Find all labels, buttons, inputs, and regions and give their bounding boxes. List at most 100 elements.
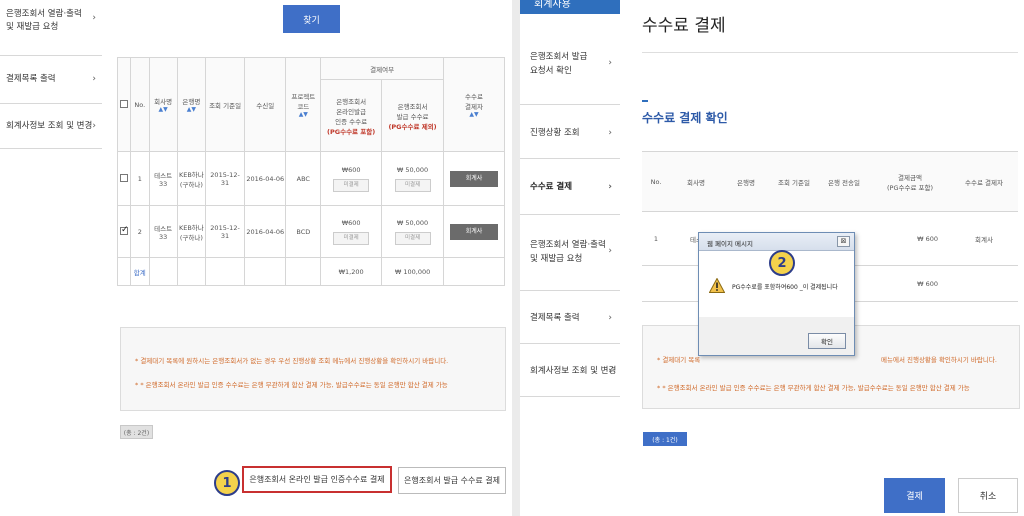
header-label: 결제자 [465,103,483,111]
header-label: (PG수수료 포함) [887,183,933,192]
payer-button[interactable]: 회계사 [450,223,499,240]
header-company: 회사명 [670,151,722,212]
header-bank: 은행명 [722,151,770,212]
header-online-fee: 은행조회서 온라인발급 인증 수수료 (PG수수료 포함) [320,79,383,152]
divider [0,103,102,104]
chevron-right-icon: › [92,74,96,84]
online-fee-pay-button[interactable]: 은행조회서 온라인 발급 인증수수료 결제 [242,466,392,493]
payer-button[interactable]: 회계사 [450,170,499,187]
notice-text: * * 은행조회서 온라인 발급 인증 수수료는 은행 무관하게 합산 결제 가… [135,381,448,389]
fee-amount: ₩600 [341,165,361,174]
cell-payer: 회계사 [950,211,1018,266]
header-bank-send-date: 은행 전송일 [818,151,870,212]
sidebar-item-label: 은행조회서 발급 [530,52,588,62]
cell-payer: 회계사 [443,151,505,206]
header-ref-date: 조회 기준일 [204,57,246,152]
section-title: 수수료 결제 확인 [642,111,728,125]
unpaid-status: 미결제 [394,178,431,192]
table-row[interactable]: 1 테스트33 KEB하나 (구하나) 2015-12-31 2016-04-06… [116,151,505,206]
header-project-code[interactable]: 프로젝트 코드 ▲▼ [285,57,322,152]
sidebar-item-accountant-info[interactable]: 회계사정보 조회 및 변경 › [530,364,618,378]
chevron-right-icon: › [608,246,612,256]
empty-cell [642,265,670,302]
divider [520,158,620,159]
sidebar-item-progress[interactable]: 진행상황 조회 › [530,126,618,140]
header-amount: 결제금액 (PG수수료 포함) [870,151,950,212]
header-label: 프로젝트 코드 [291,93,316,111]
pay-button[interactable]: 결제 [884,478,945,513]
header-payer: 수수료 결제자 [950,151,1018,212]
issue-fee-pay-button[interactable]: 은행조회서 발급 수수료 결제 [398,467,506,494]
sort-icon: ▲▼ [298,111,308,118]
divider [520,343,620,344]
cell-company: 테스트33 [148,205,178,258]
sidebar-item-label: 회계사정보 조회 및 변경 [6,121,93,131]
header-no: No. [642,151,670,212]
cell-no: 2 [130,205,150,258]
empty-cell [285,257,322,286]
empty-cell [244,257,287,286]
header-label: 은행명 [182,98,201,106]
divider [520,214,620,215]
sidebar-item-label: 결제목록 출력 [6,74,56,84]
header-receive-date: 수신일 [244,57,287,152]
left-panel: 은행조회서 열람·출력 및 재발급 요청 › 결제목록 출력 › 회계사정보 조… [0,0,512,516]
sidebar-item-label: 수수료 결제 [530,182,573,192]
cancel-button[interactable]: 취소 [958,478,1018,513]
empty-cell [116,257,132,286]
sidebar-item-payment-list[interactable]: 결제목록 출력 › [6,73,100,86]
chevron-right-icon: › [608,366,612,376]
screen: 은행조회서 열람·출력 및 재발급 요청 › 결제목록 출력 › 회계사정보 조… [0,0,1024,516]
cell-issue-fee: ₩ 50,000 미결제 [381,205,445,258]
notice-text: * 결제대기 목록 [657,356,701,364]
divider [0,148,102,149]
bank-name: KEB하나 [178,223,204,232]
header-label: 발급 수수료 [396,112,429,121]
find-button[interactable]: 찾기 [283,5,340,33]
header-bank[interactable]: 은행명 ▲▼ [176,57,207,152]
sidebar-item-label: 요청서 확인 [530,66,572,76]
header-payer[interactable]: 수수료 결제자 ▲▼ [443,57,505,152]
chevron-right-icon: › [608,128,612,138]
row-select-cell [116,205,132,258]
cell-company: 테스트33 [148,151,178,206]
empty-cell [148,257,178,286]
row-checkbox[interactable] [120,173,129,182]
cell-receive-date: 2016-04-06 [244,151,287,206]
divider [0,55,102,56]
bank-name: (구하나) [179,233,203,242]
step-badge-2: 2 [769,250,795,276]
ok-button[interactable]: 확인 [808,333,846,349]
total-count: (총 : 1건) [643,432,687,446]
header-company[interactable]: 회사명 ▲▼ [148,57,178,152]
close-icon[interactable]: ⊠ [837,236,850,247]
bank-name: KEB하나 [178,170,204,179]
header-payment-status: 결제여부 [320,57,445,80]
sidebar-item-request-confirm[interactable]: 은행조회서 발급 요청서 확인 › [530,50,618,78]
sidebar-item-viewing-reissue[interactable]: 은행조회서 열람·출력 및 재발급 요청 › [6,8,100,34]
row-select-cell [116,151,132,206]
row-checkbox[interactable] [120,225,129,235]
payment-table: No. 회사명 ▲▼ 은행명 ▲▼ 조회 기준일 수신일 프로젝트 코드 ▲▼ 결제여… [116,57,505,286]
sort-icon: ▲▼ [186,106,196,113]
unpaid-status: 미결제 [394,231,431,245]
sidebar-item-viewing-reissue[interactable]: 은행조회서 열람·출력 및 재발급 요청 › [530,238,618,266]
notice-text: * 결제대기 목록에 원하시는 은행조회서가 없는 경우 우선 진행상황 조회 … [135,357,449,365]
table-row[interactable]: 2 테스트33 KEB하나(구하나) 2015-12-31 2016-04-06… [116,205,505,258]
bank-name: (구하나) [179,180,203,189]
total-issue-fee: ₩ 100,000 [381,257,445,286]
sidebar-item-payment-list[interactable]: 결제목록 출력 › [530,311,618,325]
sidebar-item-label: 결제목록 출력 [530,313,580,323]
sidebar-item-label: 진행상황 조회 [530,128,580,138]
sidebar-item-label: 은행조회서 열람·출력 [530,240,606,250]
sidebar-item-accountant-info[interactable]: 회계사정보 조회 및 변경 › [6,120,100,133]
sidebar-item-fee-payment[interactable]: 수수료 결제 › [530,180,618,194]
cell-no: 1 [642,211,670,266]
header-label: 수수료 [465,93,483,101]
select-all-checkbox[interactable] [120,99,129,108]
empty-cell [950,265,1018,302]
fee-amount: ₩ 50,000 [396,165,429,174]
divider [642,52,1018,53]
fee-amount: ₩600 [341,218,361,227]
sidebar-item-label: 및 재발급 요청 [530,254,583,264]
